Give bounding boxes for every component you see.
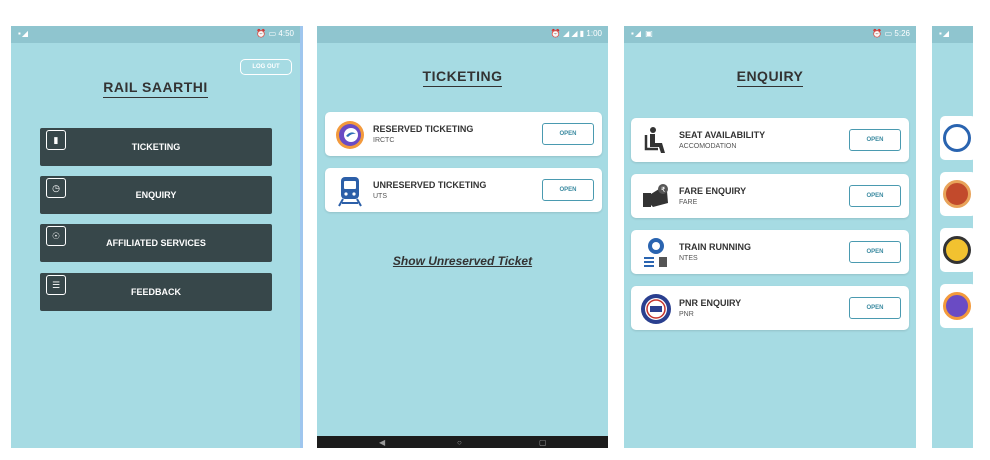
home-icon[interactable]: ○ (457, 438, 462, 447)
fare-enquiry-card[interactable]: ₹ FARE ENQUIRY FARE OPEN (631, 174, 909, 218)
card-subtitle: NTES (679, 255, 698, 262)
ticketing-label: TICKETING (131, 142, 181, 152)
card-subtitle: UTS (373, 193, 387, 200)
irctc-logo-icon (943, 292, 971, 320)
enquiry-screen: ▪◢ ▣ ⏰ ▭ 5:26 ENQUIRY SEAT AVAILABILITY … (624, 26, 916, 448)
open-button[interactable]: OPEN (849, 185, 901, 207)
page-title: RAIL SAARTHI (11, 79, 300, 98)
ticket-icon: ▮ (46, 130, 66, 150)
status-bar: ▪◢ ▣ ⏰ ▭ 5:26 (624, 26, 916, 43)
card-title: PNR ENQUIRY (679, 298, 742, 308)
card-subtitle: IRCTC (373, 137, 395, 144)
fare-icon: ₹ (640, 181, 672, 213)
service-logo-icon (943, 180, 971, 208)
alarm-icon: ⏰ (550, 29, 561, 38)
status-bar: ▪◢ (932, 26, 973, 43)
svg-text:₹: ₹ (661, 186, 666, 194)
open-button[interactable]: OPEN (542, 123, 594, 145)
card-title: FARE ENQUIRY (679, 186, 747, 196)
card-title: RESERVED TICKETING (373, 124, 474, 134)
service-card[interactable] (940, 284, 973, 328)
enquiry-label: ENQUIRY (135, 190, 177, 200)
back-icon[interactable]: ◀ (379, 438, 385, 447)
enquiry-button[interactable]: ◷ ENQUIRY (40, 176, 272, 214)
status-time: 1:00 (586, 29, 602, 38)
open-button[interactable]: OPEN (849, 129, 901, 151)
reserved-ticketing-card[interactable]: RESERVED TICKETING IRCTC OPEN (325, 112, 602, 156)
pnr-enquiry-card[interactable]: PNR ENQUIRY PNR OPEN (631, 286, 909, 330)
logout-button[interactable]: LOG OUT (240, 59, 292, 75)
card-title: SEAT AVAILABILITY (679, 130, 766, 140)
open-button[interactable]: OPEN (542, 179, 594, 201)
page-title: TICKETING (317, 68, 608, 87)
service-card[interactable] (940, 172, 973, 216)
alarm-icon: ⏰ (256, 29, 267, 38)
unreserved-ticketing-card[interactable]: UNRESERVED TICKETING UTS OPEN (325, 168, 602, 212)
card-title: TRAIN RUNNING (679, 242, 751, 252)
seat-icon (640, 125, 672, 157)
affiliated-services-button[interactable]: ☉ AFFILIATED SERVICES (40, 224, 272, 262)
feedback-label: FEEDBACK (130, 287, 181, 297)
page-title: ENQUIRY (624, 68, 916, 87)
train-running-card[interactable]: TRAIN RUNNING NTES OPEN (631, 230, 909, 274)
signal-icon: ▪◢ (18, 29, 29, 38)
affiliated-services-screen: ▪◢ (932, 26, 973, 448)
seat-availability-card[interactable]: SEAT AVAILABILITY ACCOMODATION OPEN (631, 118, 909, 162)
services-icon: ☉ (46, 226, 66, 246)
train-icon (334, 175, 366, 207)
navigation-bar: ◀ ○ ▢ (317, 436, 608, 448)
irctc-logo-icon (334, 119, 366, 151)
status-bar: ▪◢ ⏰ ▭ 4:50 (11, 26, 300, 43)
status-bar: ⏰ ◢ ◢ ▮ 1:00 (317, 26, 608, 43)
card-subtitle: FARE (679, 199, 698, 206)
status-time: 4:50 (278, 29, 294, 38)
home-screen: ▪◢ ⏰ ▭ 4:50 LOG OUT RAIL SAARTHI ▮ TICKE… (11, 26, 303, 448)
ticketing-screen: ⏰ ◢ ◢ ▮ 1:00 TICKETING RESERVED TICKETIN… (317, 26, 608, 448)
irctc-logo-icon (943, 124, 971, 152)
battery-icon: ▭ (268, 29, 277, 38)
recents-icon[interactable]: ▢ (539, 438, 547, 447)
service-logo-icon (943, 236, 971, 264)
battery-icon: ▭ (884, 29, 893, 38)
card-subtitle: ACCOMODATION (679, 143, 737, 150)
ticketing-button[interactable]: ▮ TICKETING (40, 128, 272, 166)
show-unreserved-ticket-link[interactable]: Show Unreserved Ticket (317, 254, 608, 268)
signal-icon: ▪◢ ▣ (631, 29, 654, 38)
signal-icon: ◢ ◢ (563, 29, 578, 38)
affiliated-services-label: AFFILIATED SERVICES (106, 238, 206, 248)
indian-railways-logo-icon (640, 293, 672, 325)
card-subtitle: PNR (679, 311, 694, 318)
card-title: UNRESERVED TICKETING (373, 180, 487, 190)
clock-icon: ◷ (46, 178, 66, 198)
ntes-logo-icon (640, 237, 672, 269)
open-button[interactable]: OPEN (849, 297, 901, 319)
service-card[interactable] (940, 228, 973, 272)
status-time: 5:26 (894, 29, 910, 38)
feedback-button[interactable]: ☰ FEEDBACK (40, 273, 272, 311)
battery-icon: ▮ (579, 29, 585, 38)
signal-icon: ▪◢ (939, 29, 950, 38)
alarm-icon: ⏰ (872, 29, 883, 38)
service-card[interactable] (940, 116, 973, 160)
open-button[interactable]: OPEN (849, 241, 901, 263)
feedback-icon: ☰ (46, 275, 66, 295)
